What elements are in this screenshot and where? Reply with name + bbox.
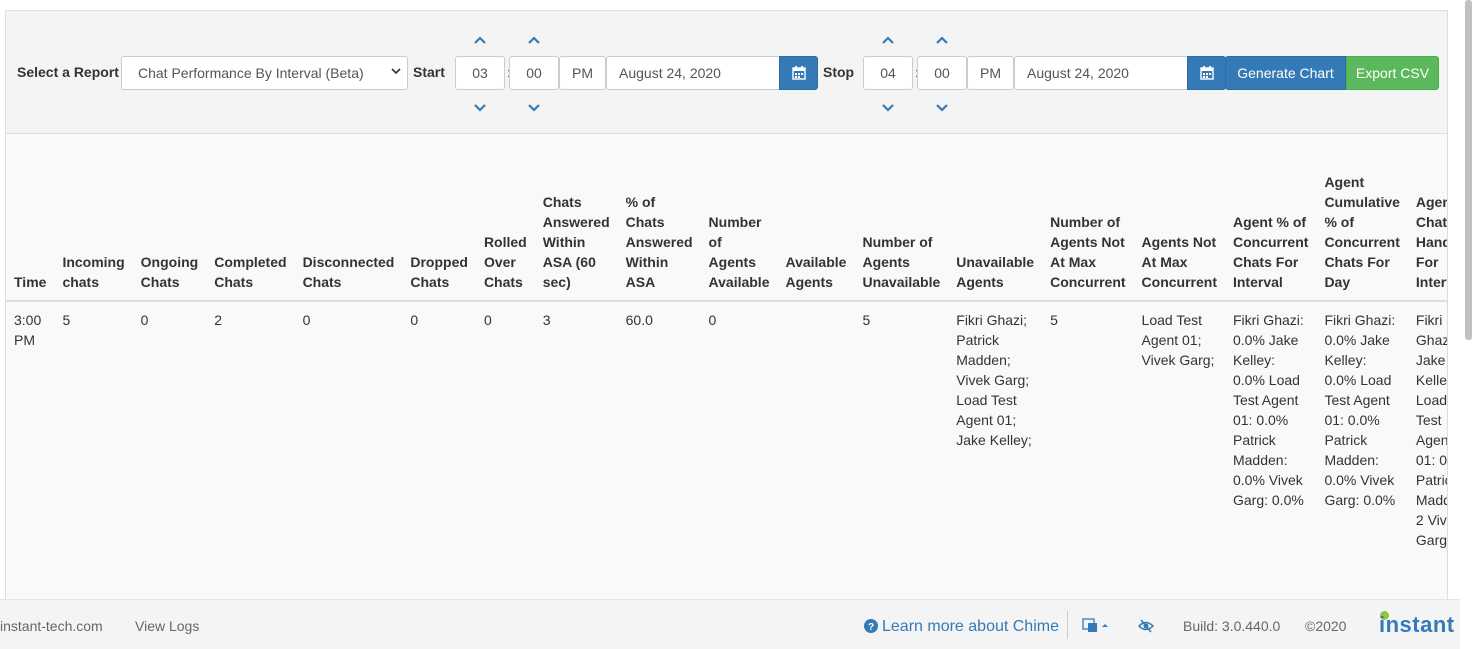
select-report-label: Select a Report — [17, 64, 119, 80]
calendar-icon — [792, 66, 806, 80]
table-cell: 0 — [708, 312, 717, 328]
table-cell: Fikri Ghazi: 0.0% Jake Kelley: 0.0% Load… — [1232, 312, 1304, 508]
table-cell: 5 — [862, 312, 871, 328]
table-cell: 3:00 PM — [14, 312, 42, 348]
table-cell: 0 — [483, 312, 492, 328]
column-header: Incoming chats — [54, 135, 133, 302]
scrollbar-thumb[interactable] — [1465, 0, 1472, 340]
table-cell: 0 — [140, 312, 149, 328]
table-cell — [777, 301, 854, 550]
table-cell: 3 — [542, 312, 551, 328]
table-cell: 2 — [214, 312, 223, 328]
table-cell: 5 — [62, 312, 71, 328]
stop-ampm-toggle[interactable]: PM — [967, 56, 1014, 90]
start-calendar-button[interactable] — [779, 56, 818, 90]
table-row: 3:00 PM 5 0 2 0 0 0 3 60.0 0 5 Fikri Ghazi; Patrick… — [6, 301, 1448, 550]
stop-minute-input[interactable]: 00 — [917, 56, 967, 90]
chevron-down-icon[interactable] — [473, 103, 487, 113]
copyright: ©2020 — [1305, 618, 1347, 634]
report-toolbar: Select a Report Chat Performance By Inte… — [6, 11, 1447, 134]
table-cell: 0 — [302, 312, 311, 328]
column-header: Disconnected Chats — [294, 135, 403, 302]
export-csv-button[interactable]: Export CSV — [1346, 56, 1439, 90]
table-cell: Fikri Ghazi: Jake Kelley: Load Test Agen… — [1415, 312, 1448, 548]
table-cell: 0 — [410, 312, 419, 328]
start-label: Start — [413, 64, 445, 80]
chevron-down-icon[interactable] — [881, 103, 895, 113]
learn-more-link[interactable]: Learn more about Chime — [882, 618, 1059, 636]
chevron-down-icon[interactable] — [935, 103, 949, 113]
table-cell: 60.0 — [625, 312, 653, 328]
stop-date-input[interactable]: August 24, 2020 — [1014, 56, 1188, 90]
start-date-input[interactable]: August 24, 2020 — [606, 56, 780, 90]
table-header-row: Time Incoming chats Ongoing Chats Completed… — [6, 135, 1447, 302]
table-cell: Fikri Ghazi; Patrick Madden; Vivek Garg;… — [956, 312, 1032, 448]
start-hour-input[interactable]: 03 — [455, 56, 505, 90]
column-header: Unavailable Agents — [948, 135, 1043, 302]
chevron-up-icon[interactable] — [935, 35, 949, 45]
instant-logo[interactable]: instant — [1379, 612, 1455, 638]
column-header: Available Agents — [777, 135, 855, 302]
chevron-up-icon[interactable] — [881, 35, 895, 45]
chevron-down-icon — [391, 68, 401, 75]
column-header: Agent Chats Handled For Interval — [1407, 135, 1447, 302]
column-header: Agents Not At Max Concurrent — [1133, 135, 1225, 302]
build-version: Build: 3.0.440.0 — [1183, 618, 1281, 634]
footer-divider — [1067, 611, 1068, 639]
report-panel: Select a Report Chat Performance By Inte… — [5, 10, 1448, 649]
column-header: Rolled Over Chats — [475, 135, 535, 302]
stop-label: Stop — [823, 64, 855, 80]
eye-slash-icon[interactable] — [1138, 619, 1154, 633]
column-header: Dropped Chats — [402, 135, 476, 302]
view-logs-link[interactable]: View Logs — [135, 618, 199, 634]
footer: instant-tech.com View Logs ? Learn more … — [0, 599, 1474, 649]
start-minute-input[interactable]: 00 — [509, 56, 559, 90]
column-header: Ongoing Chats — [132, 135, 207, 302]
column-header: Number of Agents Not At Max Concurrent — [1042, 135, 1134, 302]
report-select[interactable]: Chat Performance By Interval (Beta) — [121, 56, 408, 90]
column-header: Agent Cumulative % of Concurrent Chats F… — [1316, 135, 1408, 302]
table-cell: Fikri Ghazi: 0.0% Jake Kelley: 0.0% Load… — [1324, 312, 1396, 508]
column-header: Number of Agents Unavailable — [854, 135, 949, 302]
column-header: Agent % of Concurrent Chats For Interval — [1224, 135, 1317, 302]
column-header: Number of Agents Available — [700, 135, 778, 302]
stop-calendar-button[interactable] — [1187, 56, 1226, 90]
chevron-up-icon[interactable] — [527, 35, 541, 45]
column-header: % of Chats Answered Within ASA — [617, 135, 701, 302]
chevron-up-icon[interactable] — [473, 35, 487, 45]
report-table: Time Incoming chats Ongoing Chats Completed… — [6, 135, 1448, 550]
table-cell: Load Test Agent 01; Vivek Garg; — [1141, 312, 1215, 368]
column-header: Chats Answered Within ASA (60 sec) — [534, 135, 618, 302]
calendar-icon — [1200, 66, 1214, 80]
svg-text:?: ? — [868, 622, 874, 633]
generate-chart-button[interactable]: Generate Chart — [1225, 56, 1346, 90]
question-circle-icon[interactable]: ? — [864, 619, 878, 633]
report-select-value: Chat Performance By Interval (Beta) — [138, 65, 364, 81]
column-header: Time — [6, 135, 55, 302]
chevron-down-icon[interactable] — [527, 103, 541, 113]
start-ampm-toggle[interactable]: PM — [559, 56, 606, 90]
stop-hour-input[interactable]: 04 — [863, 56, 913, 90]
language-icon[interactable] — [1082, 618, 1110, 634]
table-cell: 5 — [1050, 312, 1058, 328]
column-header: Completed Chats — [206, 135, 295, 302]
site-link[interactable]: instant-tech.com — [0, 618, 103, 634]
